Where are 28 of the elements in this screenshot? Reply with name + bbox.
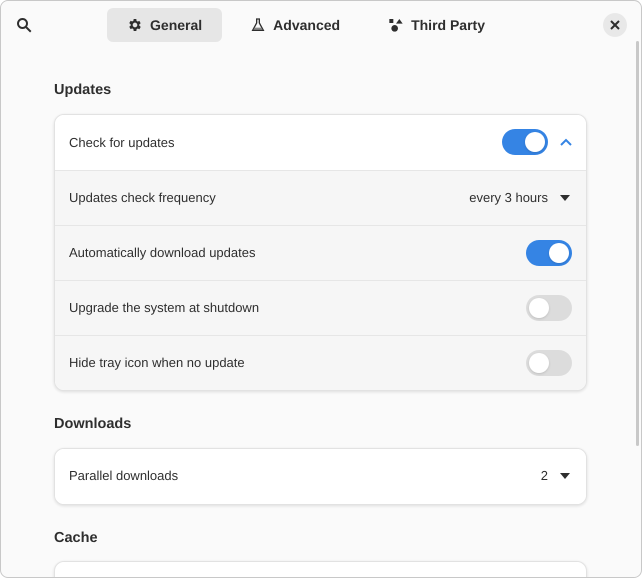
row-label: Check for updates: [69, 134, 176, 152]
chevron-up-icon[interactable]: [560, 138, 572, 146]
flask-icon: [250, 17, 266, 33]
dropdown[interactable]: 2: [540, 466, 572, 486]
row-label: Automatically download updates: [69, 244, 256, 262]
tab[interactable]: Third Party: [368, 8, 505, 42]
tab[interactable]: General: [107, 8, 222, 42]
toggle-switch[interactable]: [526, 294, 572, 321]
row-label: Upgrade the system at shutdown: [69, 299, 260, 317]
toggle-switch[interactable]: [502, 129, 548, 156]
tab[interactable]: Advanced: [230, 8, 360, 42]
row-label: Updates check frequency: [69, 189, 217, 207]
section-title: Updates: [54, 81, 112, 100]
row-label: Hide tray icon when no update: [69, 354, 246, 372]
dropdown[interactable]: every 3 hours: [469, 188, 572, 208]
row-label: Parallel downloads: [69, 467, 180, 486]
dropdown-arrow-icon: [560, 194, 570, 201]
dropdown-arrow-icon: [560, 473, 570, 479]
search-icon[interactable]: [15, 16, 33, 34]
close-icon: [610, 20, 620, 30]
toggle-switch[interactable]: [526, 240, 572, 266]
section-title: Downloads: [54, 414, 132, 434]
close-button[interactable]: [603, 13, 627, 37]
gear-icon: [127, 17, 144, 33]
shapes-icon: [388, 17, 404, 33]
toggle-switch[interactable]: [526, 350, 572, 376]
section-title: Cache: [54, 528, 99, 548]
scrollbar[interactable]: [636, 41, 639, 446]
